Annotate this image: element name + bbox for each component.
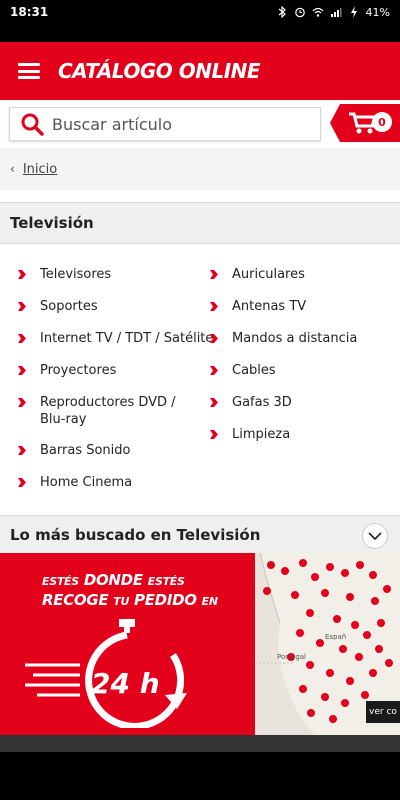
category-item[interactable]: Antenas TV bbox=[210, 298, 306, 315]
charging-icon bbox=[348, 6, 360, 18]
bullet-icon bbox=[18, 334, 26, 343]
map-label-portugal: Portugal bbox=[277, 653, 306, 661]
status-bar: 18:31 41% bbox=[0, 0, 400, 24]
category-item[interactable]: Soportes bbox=[18, 298, 98, 315]
banner-promo-left: ESTÉS DONDE ESTÉS RECOGE TU PEDIDO EN 24… bbox=[0, 553, 265, 735]
search-box[interactable] bbox=[9, 107, 321, 141]
bottom-strip bbox=[0, 735, 400, 752]
banner-headline-1: ESTÉS DONDE ESTÉS bbox=[42, 571, 185, 589]
category-item[interactable]: Cables bbox=[210, 362, 276, 379]
alarm-icon bbox=[294, 6, 306, 18]
breadcrumb: ‹ Inicio bbox=[0, 148, 400, 190]
bullet-icon bbox=[210, 334, 218, 343]
main-content: Televisión Televisores Soportes Internet… bbox=[0, 190, 400, 752]
bullet-icon bbox=[210, 366, 218, 375]
app-title: CATÁLOGO ONLINE bbox=[58, 59, 261, 83]
category-item[interactable]: Barras Sonido bbox=[18, 442, 130, 459]
category-grid: Televisores Soportes Internet TV / TDT /… bbox=[0, 244, 400, 506]
search-input[interactable] bbox=[52, 114, 302, 134]
status-time: 18:31 bbox=[10, 5, 49, 19]
chevron-left-icon: ‹ bbox=[10, 162, 15, 176]
bluetooth-icon bbox=[276, 5, 288, 19]
view-map-button[interactable]: ver co bbox=[366, 701, 400, 723]
store-map[interactable]: Portugal Españ ver co bbox=[255, 553, 400, 735]
svg-text:24 h: 24 h bbox=[91, 667, 160, 700]
menu-icon[interactable] bbox=[18, 63, 40, 79]
category-item[interactable]: Auriculares bbox=[210, 266, 305, 283]
bullet-icon bbox=[210, 302, 218, 311]
promo-banner[interactable]: ESTÉS DONDE ESTÉS RECOGE TU PEDIDO EN 24… bbox=[0, 553, 400, 735]
bullet-icon bbox=[210, 270, 218, 279]
signal-icon bbox=[330, 6, 342, 18]
chevron-down-icon bbox=[368, 532, 382, 540]
most-searched-title: Lo más buscado en Televisión bbox=[10, 525, 261, 544]
bullet-icon bbox=[210, 430, 218, 439]
cart-button[interactable]: 0 bbox=[330, 104, 400, 142]
cart-count-badge: 0 bbox=[372, 112, 392, 132]
battery-percent: 41% bbox=[365, 5, 390, 19]
category-item[interactable]: Mandos a distancia bbox=[210, 330, 357, 347]
most-searched-header[interactable]: Lo más buscado en Televisión bbox=[0, 515, 400, 553]
category-item[interactable]: Televisores bbox=[18, 266, 111, 283]
bullet-icon bbox=[18, 446, 26, 455]
bullet-icon bbox=[18, 302, 26, 311]
wifi-icon bbox=[312, 6, 324, 18]
category-item[interactable]: Home Cinema bbox=[18, 474, 132, 491]
category-item[interactable]: Proyectores bbox=[18, 362, 116, 379]
category-item[interactable]: Limpieza bbox=[210, 426, 290, 443]
bullet-icon bbox=[18, 478, 26, 487]
search-icon[interactable] bbox=[20, 112, 44, 136]
bullet-icon bbox=[18, 270, 26, 279]
map-label-espana: Españ bbox=[325, 633, 347, 641]
banner-headline-2: RECOGE TU PEDIDO EN bbox=[42, 591, 218, 609]
bullet-icon bbox=[210, 398, 218, 407]
search-row: 0 bbox=[0, 100, 400, 148]
category-item[interactable]: Gafas 3D bbox=[210, 394, 292, 411]
category-item[interactable]: Internet TV / TDT / Satélite bbox=[18, 330, 213, 347]
category-item[interactable]: Reproductores DVD / Blu-ray bbox=[18, 394, 178, 428]
status-icons: 41% bbox=[276, 6, 390, 19]
app-header: CATÁLOGO ONLINE bbox=[0, 42, 400, 100]
bullet-icon bbox=[18, 366, 26, 375]
expand-button[interactable] bbox=[362, 523, 388, 549]
breadcrumb-home-link[interactable]: Inicio bbox=[23, 162, 57, 177]
stopwatch-icon: 24 h bbox=[25, 619, 187, 728]
section-title: Televisión bbox=[0, 202, 400, 244]
bullet-icon bbox=[18, 398, 26, 407]
